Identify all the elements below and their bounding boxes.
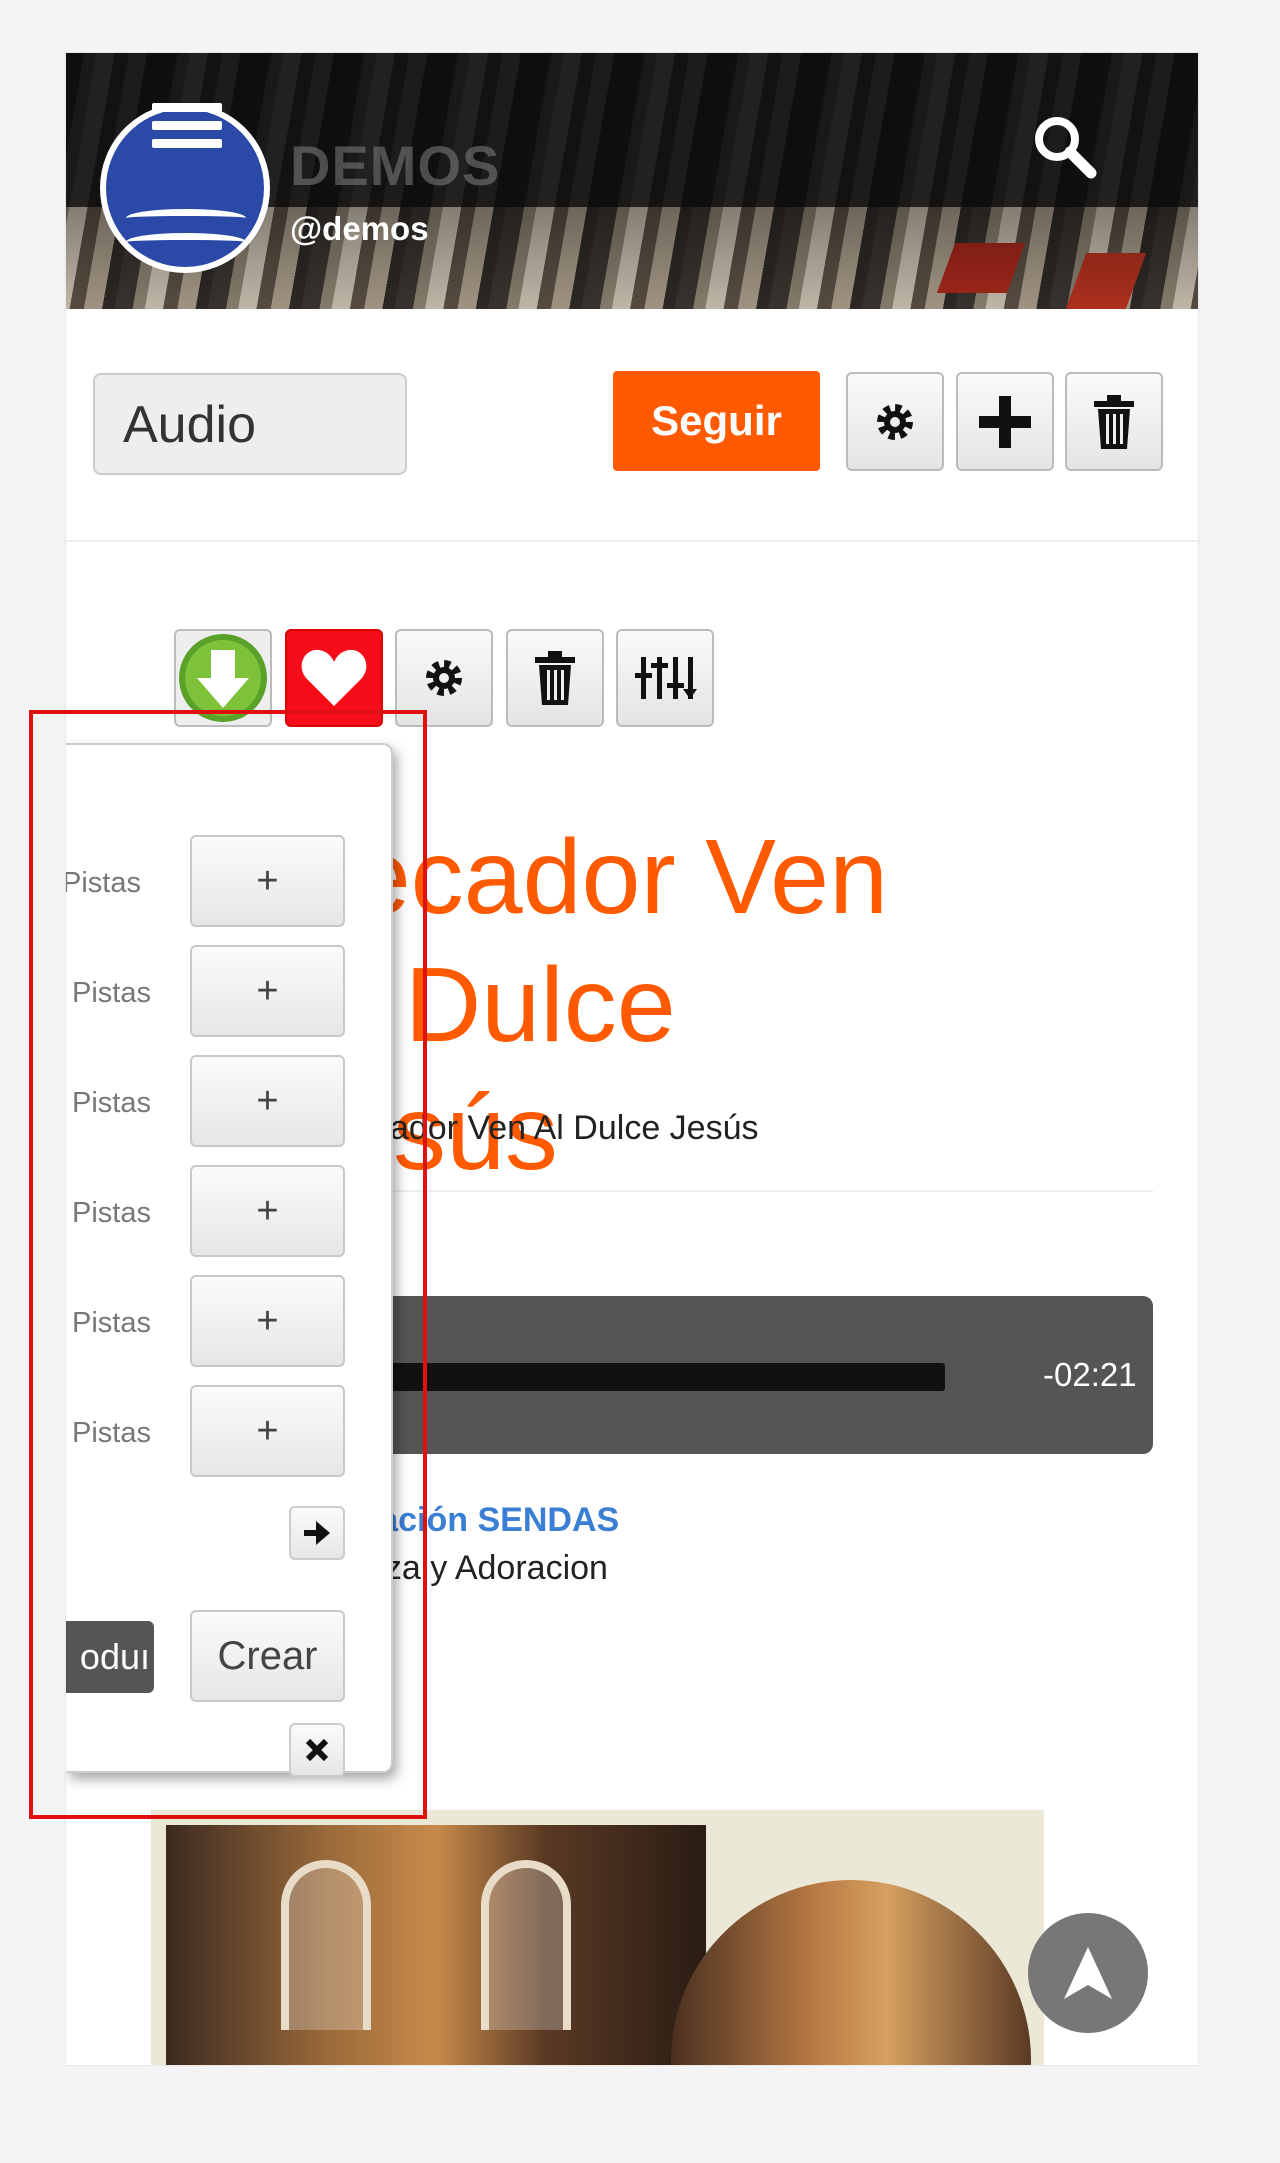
brand-name: DEMOS	[290, 134, 501, 197]
settings-button[interactable]	[846, 372, 944, 471]
gear-icon	[877, 403, 913, 440]
follow-button[interactable]: Seguir	[613, 371, 820, 471]
cover-photo-circle	[671, 1880, 1031, 2065]
sliders-icon	[635, 657, 697, 699]
cover-arch	[281, 1860, 371, 2030]
back-to-top-button[interactable]	[1028, 1913, 1148, 2033]
mixer-button[interactable]	[616, 629, 714, 727]
divider	[66, 540, 1198, 542]
cover-photo	[166, 1825, 706, 2065]
trash-icon	[535, 651, 575, 705]
delete-button[interactable]	[1065, 372, 1163, 471]
avatar-wave	[126, 233, 246, 251]
arrow-up-icon	[1064, 1947, 1112, 1999]
profile-banner: DEMOS @demos	[66, 53, 1198, 309]
gear-icon	[426, 660, 462, 696]
menu-icon[interactable]	[152, 103, 222, 159]
progress-bar[interactable]	[383, 1363, 945, 1391]
time-remaining: -02:21	[1043, 1356, 1137, 1393]
media-type-select[interactable]: Audio	[93, 373, 407, 475]
cover-image	[151, 1810, 1044, 2065]
plus-icon	[979, 395, 1031, 448]
item-delete-button[interactable]	[506, 629, 604, 727]
trash-icon	[1094, 394, 1134, 449]
brand-handle[interactable]: @demos	[290, 210, 429, 248]
avatar-wave	[126, 209, 246, 227]
cover-arch	[481, 1860, 571, 2030]
heart-icon	[301, 649, 367, 706]
add-button[interactable]	[956, 372, 1054, 471]
search-icon[interactable]	[1029, 111, 1099, 181]
highlight-box	[29, 710, 427, 1819]
